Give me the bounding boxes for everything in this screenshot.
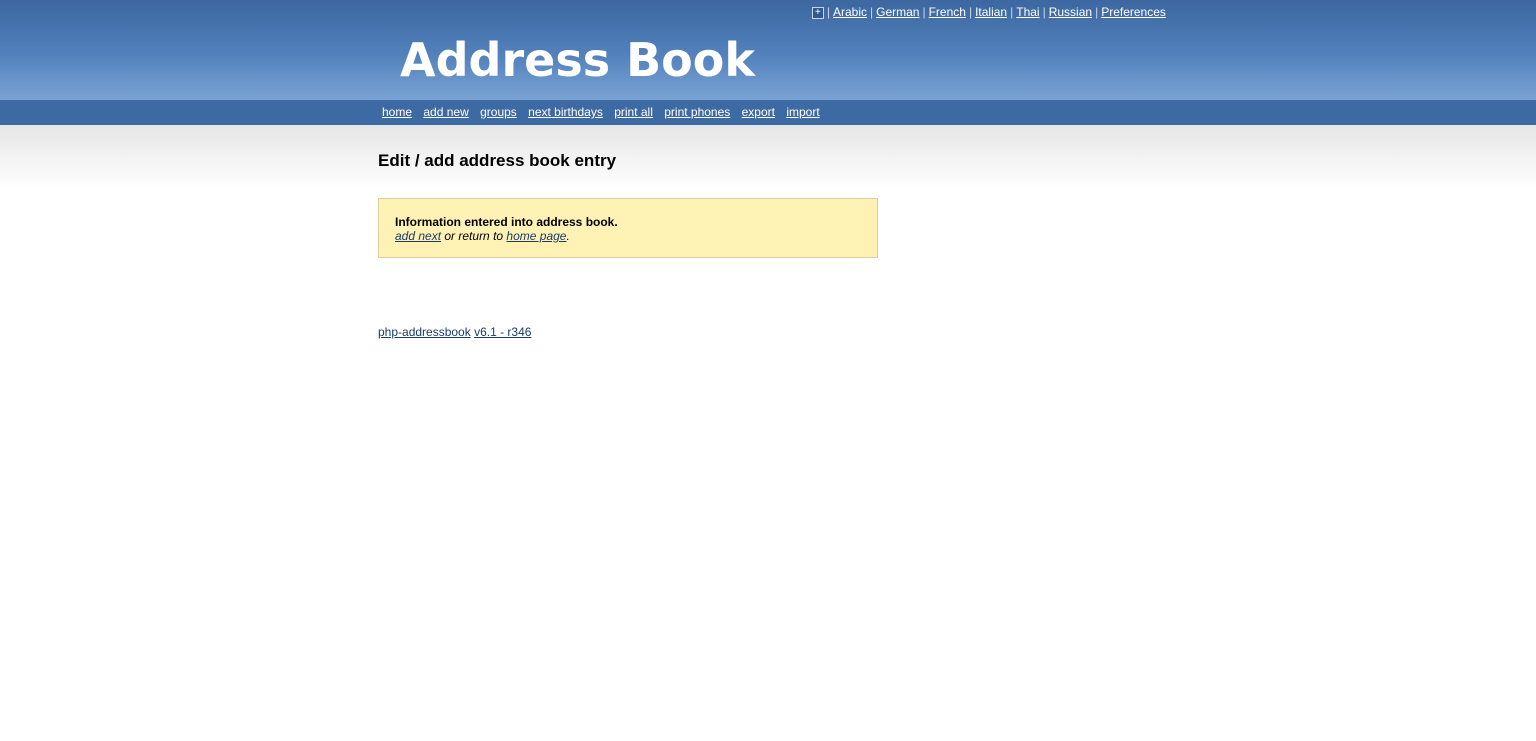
language-link-thai[interactable]: Thai	[1016, 5, 1039, 19]
nav-item-import[interactable]: import	[786, 105, 819, 119]
nav-item-next-birthdays[interactable]: next birthdays	[528, 105, 603, 119]
preferences-link[interactable]: Preferences	[1101, 5, 1166, 19]
language-bar: + | Arabic | German | French | Italian | Thai | Russ…	[812, 5, 1166, 19]
nav-item-print-all[interactable]: print all	[614, 105, 653, 119]
home-page-link[interactable]: home page	[506, 229, 566, 243]
nav-item-print-phones[interactable]: print phones	[664, 105, 730, 119]
page-title: Edit / add address book entry	[378, 151, 617, 170]
content-header-gradient	[0, 125, 1536, 190]
success-message-box: Information entered into address book. a…	[378, 198, 878, 258]
nav-item-home[interactable]: home	[382, 105, 412, 119]
language-link-arabic[interactable]: Arabic	[833, 5, 867, 19]
nav-item-groups[interactable]: groups	[480, 105, 517, 119]
return-text: or return to	[441, 229, 507, 243]
add-next-link[interactable]: add next	[395, 229, 441, 243]
header-banner: + | Arabic | German | French | Italian | Thai | Russ…	[0, 0, 1536, 100]
language-link-french[interactable]: French	[929, 5, 966, 19]
language-link-italian[interactable]: Italian	[975, 5, 1007, 19]
expand-languages-button[interactable]: +	[812, 7, 824, 19]
language-link-russian[interactable]: Russian	[1049, 5, 1092, 19]
period-text: .	[566, 229, 570, 243]
language-link-german[interactable]: German	[876, 5, 919, 19]
nav-item-export[interactable]: export	[742, 105, 775, 119]
app-name-link[interactable]: php-addressbook	[378, 325, 471, 339]
success-message-actions: add next or return to home page.	[395, 229, 570, 243]
main-nav: home add new groups next birthdays print…	[0, 100, 1536, 125]
app-logo: Address Book	[400, 33, 755, 87]
nav-item-add-new[interactable]: add new	[423, 105, 468, 119]
success-message-headline: Information entered into address book.	[395, 215, 618, 229]
footer: php-addressbook v6.1 - r346	[378, 325, 531, 339]
version-link[interactable]: v6.1 - r346	[474, 325, 531, 339]
